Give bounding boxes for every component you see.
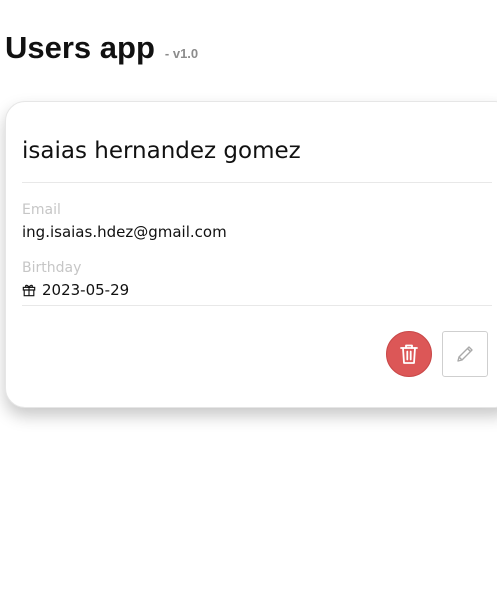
delete-user-button[interactable]	[386, 331, 432, 377]
card-divider-bottom	[22, 305, 492, 306]
user-name: isaias hernandez gomez	[22, 138, 301, 164]
trash-icon	[400, 344, 418, 364]
user-card: isaias hernandez gomez Email ing.isaias.…	[5, 101, 497, 408]
app-title: Users app	[5, 30, 155, 65]
edit-user-button[interactable]	[442, 331, 488, 377]
app-version: - v1.0	[164, 46, 199, 61]
pencil-icon	[457, 346, 473, 362]
app-header: Users app - v1.0	[5, 30, 198, 66]
birthday-value: 2023-05-29	[42, 281, 130, 299]
email-value: ing.isaias.hdez@gmail.com	[22, 223, 227, 241]
card-divider-top	[22, 182, 492, 183]
gift-icon	[22, 284, 36, 297]
email-label: Email	[22, 202, 61, 218]
birthday-label: Birthday	[22, 260, 82, 276]
birthday-field: 2023-05-29	[22, 281, 129, 299]
